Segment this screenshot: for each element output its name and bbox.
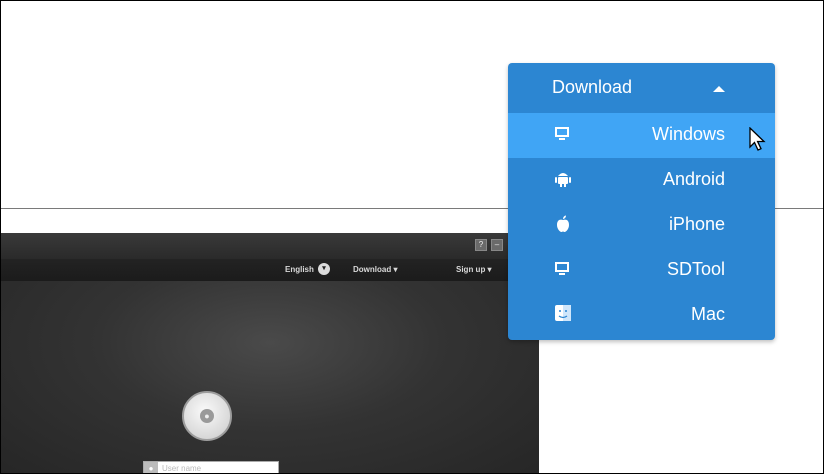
chevron-down-icon[interactable]: ▾ [318, 263, 330, 275]
app-menubar: English ▾ Download ▾ Sign up ▾ [1, 259, 539, 281]
app-screenshot: ? – English ▾ Download ▾ Sign up ▾ ● ● U… [1, 233, 539, 473]
help-icon[interactable]: ? [475, 239, 487, 251]
app-titlebar: ? – [1, 233, 539, 259]
monitor-icon [554, 125, 572, 143]
caret-up-icon [713, 86, 725, 92]
dropdown-item-android[interactable]: Android [508, 158, 775, 203]
username-placeholder: User name [162, 464, 202, 473]
dropdown-item-iphone[interactable]: iPhone [508, 203, 775, 248]
dropdown-item-label: Android [662, 169, 725, 189]
signup-menu[interactable]: Sign up ▾ [456, 265, 492, 274]
language-selector[interactable]: English [285, 265, 314, 274]
user-icon: ● [144, 462, 158, 473]
mouse-cursor-icon [749, 127, 766, 151]
username-field[interactable]: ● User name [143, 461, 279, 473]
download-menu[interactable]: Download ▾ [353, 265, 397, 274]
dropdown-item-mac[interactable]: Mac [508, 293, 775, 338]
apple-icon [554, 215, 572, 233]
dropdown-item-sdtool[interactable]: SDTool [508, 248, 775, 293]
dropdown-item-label: SDTool [666, 259, 725, 279]
minimize-icon[interactable]: – [491, 239, 503, 251]
dropdown-item-label: Mac [690, 304, 725, 324]
page-frame: ? – English ▾ Download ▾ Sign up ▾ ● ● U… [0, 0, 824, 474]
dropdown-title: Download [552, 77, 633, 97]
dropdown-item-windows[interactable]: Windows [508, 113, 775, 158]
user-icon: ● [200, 409, 214, 423]
dropdown-item-label: iPhone [668, 214, 725, 234]
avatar: ● [182, 391, 232, 441]
download-dropdown-header[interactable]: Download [508, 63, 775, 113]
dropdown-item-label: Windows [651, 124, 725, 144]
download-dropdown[interactable]: Download Windows Android iPhone SDTool M… [508, 63, 775, 340]
finder-icon [554, 305, 572, 323]
monitor-icon [554, 260, 572, 278]
android-icon [554, 170, 572, 188]
